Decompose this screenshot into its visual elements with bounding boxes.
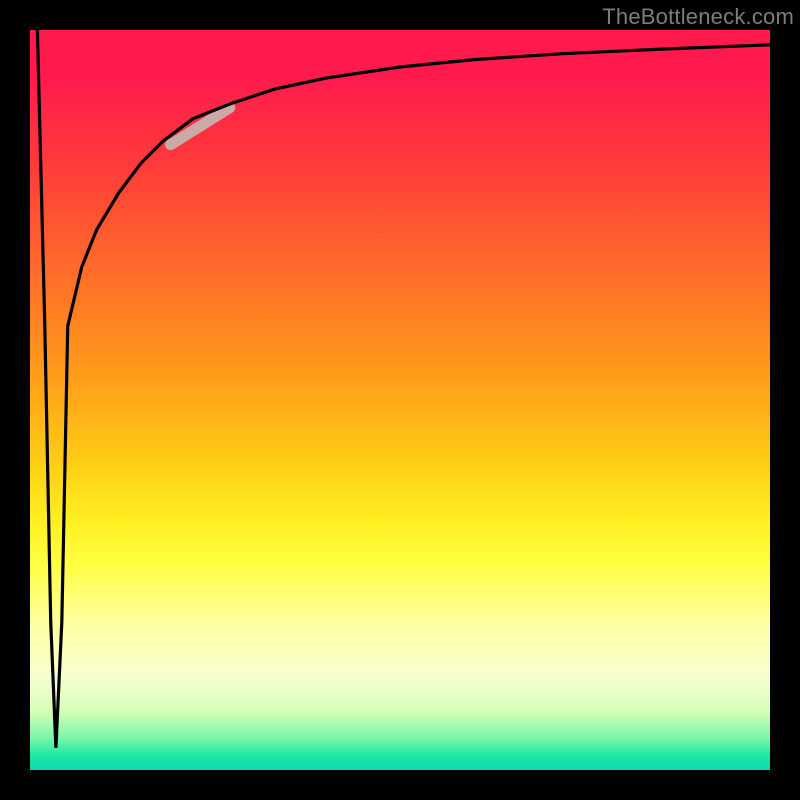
watermark-text: TheBottleneck.com — [602, 4, 794, 30]
main-curve — [37, 30, 770, 748]
highlight-segment — [171, 108, 230, 145]
chart-stage: TheBottleneck.com — [0, 0, 800, 800]
curve-layer — [30, 30, 770, 770]
plot-area — [30, 30, 770, 770]
